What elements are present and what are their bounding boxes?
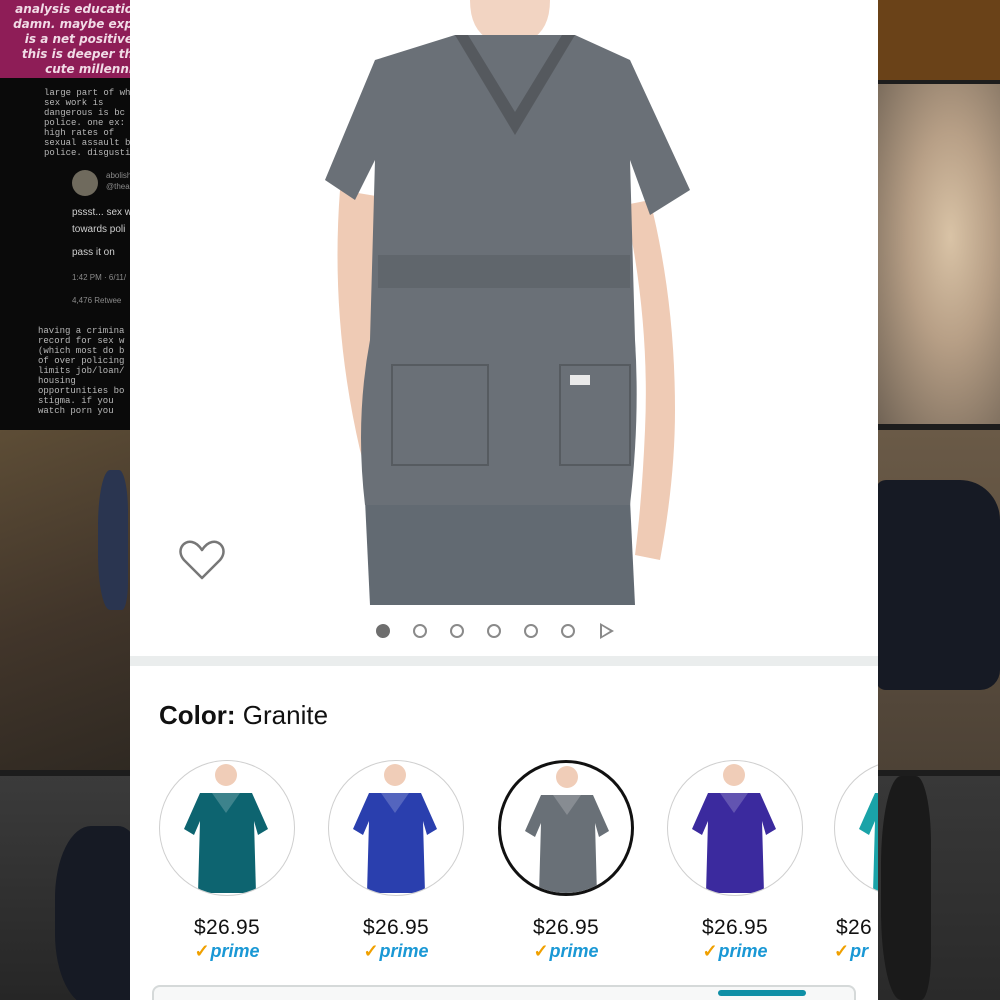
prime-label: prime: [549, 941, 599, 961]
swatch-image: [328, 760, 464, 896]
prime-label: prime: [210, 941, 260, 961]
tweet-text-line: dangerous is bc of: [44, 108, 135, 118]
background-photo-top: [876, 0, 1000, 80]
product-main-image[interactable]: [130, 0, 878, 610]
tweet-handle: @thear: [106, 182, 133, 191]
story-text-line: is a net positive: [24, 32, 133, 46]
prime-badge: ✓prime: [157, 941, 297, 962]
prime-label: prime: [379, 941, 429, 961]
story-text-line: damn. maybe exp: [13, 17, 133, 31]
background-photo-clothing: [0, 776, 135, 1000]
swatch-model-image: [353, 764, 437, 893]
swatch-model-image: [525, 766, 609, 893]
swatch-image: [667, 760, 803, 896]
prime-check-icon: ✓: [834, 941, 850, 961]
color-swatch-aqua[interactable]: $26 ✓pr: [834, 760, 878, 962]
swatch-price: $26.95: [701, 916, 769, 939]
carousel-dot[interactable]: [524, 624, 538, 638]
story-text-line: this is deeper th: [21, 47, 133, 61]
tweet-body-line: towards poli: [72, 224, 126, 235]
color-swatch-royal-blue[interactable]: $26.95 ✓prime: [326, 760, 466, 962]
background-right-panel: [876, 0, 1000, 1000]
background-photo-bottom: [876, 776, 1000, 1000]
background-figure: [98, 470, 128, 610]
tweet-text-line: police. one ex: th: [44, 118, 135, 128]
tweet-text-line: stigma. if you: [38, 396, 114, 406]
story-text-line: cute millenni: [45, 62, 133, 76]
tweet-text-line: of over policing: [38, 356, 125, 366]
carousel-dot[interactable]: [487, 624, 501, 638]
tweet-screenshot: large part of why sex work is dangerous …: [0, 78, 135, 430]
color-label: Color:: [159, 700, 236, 730]
background-garment: [881, 776, 931, 1000]
tweet-retweets: 4,476 Retwee: [72, 296, 122, 305]
color-swatch-list: $26.95 ✓prime $26.95 ✓prime $26.95 ✓prim…: [130, 760, 878, 1000]
story-text: analysis educatio damn. maybe exp is a n…: [0, 2, 133, 77]
tweet-text-line: sex work is: [44, 98, 104, 108]
color-swatch-purple[interactable]: $26.95 ✓prime: [665, 760, 805, 962]
carousel-dot[interactable]: [376, 624, 390, 638]
background-left-panel: analysis educatio damn. maybe exp is a n…: [0, 0, 135, 1000]
carousel-dot[interactable]: [450, 624, 464, 638]
prime-badge: ✓prime: [326, 941, 466, 962]
tweet-text-line: (which most do b: [38, 346, 125, 356]
section-divider: [130, 656, 878, 666]
tweet-body-line: pass it on: [72, 247, 115, 258]
color-selection-label: Color: Granite: [159, 700, 328, 731]
color-swatch-teal[interactable]: $26.95 ✓prime: [157, 760, 297, 962]
tweet-text-line: record for sex w: [38, 336, 125, 346]
swatch-image: [159, 760, 295, 896]
swatch-price: $26: [836, 916, 872, 939]
color-swatch-granite-selected[interactable]: $26.95 ✓prime: [496, 760, 636, 962]
tweet-text-line: opportunities bo: [38, 386, 125, 396]
product-card: Color: Granite $26.95 ✓prime $26.95 ✓pri…: [130, 0, 878, 1000]
prime-badge: ✓prime: [665, 941, 805, 962]
model-figure: [325, 0, 690, 605]
swatch-model-image: [692, 764, 776, 893]
background-garment: [55, 826, 135, 1000]
story-text-overlay: analysis educatio damn. maybe exp is a n…: [0, 0, 135, 78]
prime-badge: ✓pr: [834, 941, 878, 962]
prime-check-icon: ✓: [194, 941, 210, 961]
tweet-text-line: having a crimina: [38, 326, 125, 336]
background-photo-fur: [876, 84, 1000, 424]
tweet-avatar: [72, 170, 98, 196]
swatch-image: [498, 760, 634, 896]
prime-check-icon: ✓: [533, 941, 549, 961]
size-selector-accent: [718, 990, 806, 996]
swatch-model-image: [859, 793, 878, 893]
prime-badge: ✓prime: [496, 941, 636, 962]
carousel-dot[interactable]: [561, 624, 575, 638]
background-photo-scrubs: [876, 430, 1000, 770]
background-garment: [876, 480, 1000, 690]
tweet-body-line: pssst... sex w: [72, 207, 133, 218]
swatch-model-image: [184, 764, 268, 893]
prime-label: prime: [718, 941, 768, 961]
tweet-time: 1:42 PM · 6/11/: [72, 273, 127, 282]
swatch-price: $26.95: [362, 916, 430, 939]
swatch-price: $26.95: [532, 916, 600, 939]
prime-label: pr: [850, 941, 869, 961]
tweet-text-line: large part of why: [44, 88, 135, 98]
color-value: Granite: [242, 700, 329, 730]
swatch-price: $26.95: [193, 916, 261, 939]
tweet-text-line: police. disgustin: [44, 148, 135, 158]
heart-outline-icon[interactable]: [178, 538, 226, 582]
tweet-text-line: housing: [38, 376, 76, 386]
tweet-text-line: watch porn you: [38, 406, 114, 416]
prime-check-icon: ✓: [363, 941, 379, 961]
tweet-text-line: sexual assault by: [44, 138, 135, 148]
background-photo-outdoor: [0, 430, 135, 770]
swatch-image: [834, 760, 878, 896]
carousel-dot[interactable]: [413, 624, 427, 638]
image-carousel-indicator: [376, 620, 614, 642]
prime-check-icon: ✓: [702, 941, 718, 961]
story-text-line: analysis educatio: [15, 2, 133, 16]
video-play-icon[interactable]: [600, 623, 614, 639]
tweet-author: abolish: [106, 171, 132, 180]
tweet-text-line: limits job/loan/: [38, 366, 125, 376]
tweet-text-line: high rates of: [44, 128, 115, 138]
